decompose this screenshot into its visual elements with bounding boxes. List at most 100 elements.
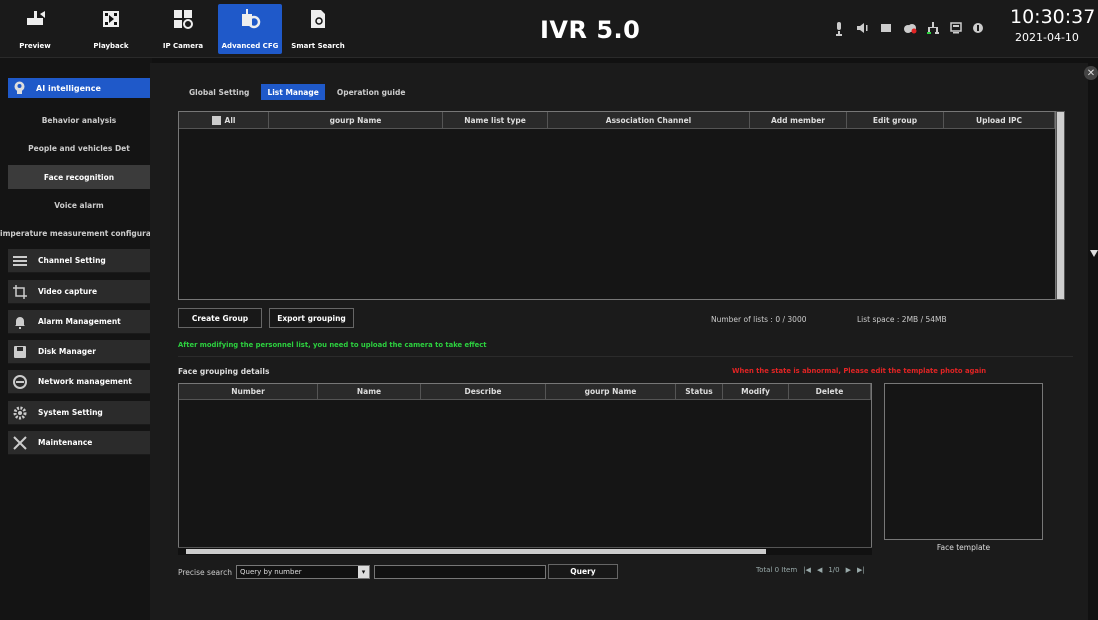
list-space: List space : 2MB / 54MB xyxy=(857,315,947,324)
network-e-icon xyxy=(13,375,27,389)
crop-icon xyxy=(13,285,27,299)
col-status: Status xyxy=(676,384,723,399)
pagination: Total 0 Item |◀ ◀ 1/0 ▶ ▶| xyxy=(756,566,865,574)
bell-icon xyxy=(15,317,25,329)
first-page-icon[interactable]: |◀ xyxy=(803,566,811,574)
group-table-header: All gourp Name Name list type Associatio… xyxy=(179,112,1055,129)
microphone-icon[interactable] xyxy=(834,22,844,36)
query-type-value: Query by number xyxy=(240,568,302,576)
col-add-member: Add member xyxy=(750,112,847,128)
nav-preview-label: Preview xyxy=(19,42,51,50)
divider xyxy=(178,356,1073,357)
sidebar-item-label: Channel Setting xyxy=(38,256,106,265)
sidebar-item-label: Alarm Management xyxy=(38,317,121,326)
sidebar: AI intelligence Behavior analysis People… xyxy=(0,58,152,620)
col-edit-group: Edit group xyxy=(847,112,944,128)
col-name-list-type: Name list type xyxy=(443,112,548,128)
sidebar-sub-voice-alarm[interactable]: Voice alarm xyxy=(8,193,150,217)
nav-smart-search-label: Smart Search xyxy=(291,42,345,50)
sidebar-item-maintenance[interactable]: Maintenance xyxy=(8,431,150,455)
nav-advanced-cfg[interactable]: Advanced CFG xyxy=(218,4,282,54)
clock-time: 10:30:37 xyxy=(1010,6,1096,28)
search-input[interactable] xyxy=(374,565,546,579)
nav-advanced-cfg-label: Advanced CFG xyxy=(221,42,279,50)
total-items: Total 0 Item xyxy=(756,566,798,574)
sidebar-item-label: Video capture xyxy=(38,287,98,296)
sidebar-ai-intelligence[interactable]: AI intelligence xyxy=(8,78,150,98)
channel-setting-icon xyxy=(13,256,27,266)
page-indicator: 1/0 xyxy=(828,566,840,574)
select-all-cell[interactable]: All xyxy=(179,112,269,128)
nav-ip-camera-label: IP Camera xyxy=(162,42,204,50)
record-icon[interactable] xyxy=(880,22,892,34)
sidebar-item-label: System Setting xyxy=(38,408,103,417)
face-table-hscrollbar[interactable] xyxy=(178,547,872,555)
group-list-table: All gourp Name Name list type Associatio… xyxy=(178,111,1056,300)
info-icon[interactable] xyxy=(972,22,984,34)
sidebar-item-system-setting[interactable]: System Setting xyxy=(8,401,150,425)
sidebar-item-channel-setting[interactable]: Channel Setting xyxy=(8,249,150,273)
ai-head-icon xyxy=(14,81,25,94)
sidebar-item-network-management[interactable]: Network management xyxy=(8,370,150,394)
mouse-cursor-icon xyxy=(1090,250,1098,257)
face-table-header: Number Name Describe gourp Name Status M… xyxy=(179,384,871,400)
select-all-checkbox[interactable] xyxy=(211,115,221,125)
col-describe: Describe xyxy=(421,384,546,399)
col-group-name: gourp Name xyxy=(269,112,443,128)
export-grouping-button[interactable]: Export grouping xyxy=(269,308,354,328)
advanced-cfg-icon xyxy=(242,9,261,29)
tab-list-manage[interactable]: List Manage xyxy=(261,84,325,100)
smart-search-icon xyxy=(311,10,325,28)
next-page-icon[interactable]: ▶ xyxy=(846,566,851,574)
nav-smart-search[interactable]: Smart Search xyxy=(290,4,346,54)
sidebar-sub-temperature[interactable]: imperature measurement configuratio xyxy=(0,221,152,245)
col-delete: Delete xyxy=(789,384,871,399)
number-of-lists: Number of lists : 0 / 3000 xyxy=(711,315,807,324)
sidebar-item-alarm-management[interactable]: Alarm Management xyxy=(8,310,150,334)
query-button[interactable]: Query xyxy=(548,564,618,579)
sidebar-item-disk-manager[interactable]: Disk Manager xyxy=(8,340,150,364)
col-group-name-2: gourp Name xyxy=(546,384,676,399)
group-table-scrollbar[interactable] xyxy=(1056,111,1065,300)
face-template-label: Face template xyxy=(884,539,1043,555)
template-warning: When the state is abnormal, Please edit … xyxy=(732,367,987,375)
speaker-icon[interactable] xyxy=(857,22,869,34)
chevron-down-icon[interactable]: ▾ xyxy=(358,566,369,578)
clock-date: 2021-04-10 xyxy=(1015,31,1079,44)
sidebar-item-video-capture[interactable]: Video capture xyxy=(8,280,150,304)
brand-title: IVR 5.0 xyxy=(540,16,641,44)
nav-ip-camera[interactable]: IP Camera xyxy=(160,4,206,54)
col-modify: Modify xyxy=(723,384,789,399)
ip-camera-icon xyxy=(174,10,193,29)
tab-bar: Global Setting List Manage Operation gui… xyxy=(183,84,411,100)
gear-icon xyxy=(13,406,27,420)
close-icon[interactable]: ✕ xyxy=(1084,66,1098,80)
create-group-button[interactable]: Create Group xyxy=(178,308,262,328)
network-icon[interactable] xyxy=(927,22,939,34)
face-template-preview xyxy=(884,383,1043,555)
col-number: Number xyxy=(179,384,318,399)
tab-global-setting[interactable]: Global Setting xyxy=(183,84,255,100)
sidebar-item-label: Network management xyxy=(38,377,132,386)
monitor-icon[interactable] xyxy=(950,22,962,34)
sidebar-sub-behavior-analysis[interactable]: Behavior analysis xyxy=(8,108,150,132)
tab-operation-guide[interactable]: Operation guide xyxy=(331,84,412,100)
sidebar-sub-face-recognition[interactable]: Face recognition xyxy=(8,165,150,189)
col-association-channel: Association Channel xyxy=(548,112,750,128)
nav-preview[interactable]: Preview xyxy=(12,4,58,54)
select-all-label: All xyxy=(224,115,236,125)
sidebar-sub-people-vehicles[interactable]: People and vehicles Det xyxy=(8,136,150,160)
prev-page-icon[interactable]: ◀ xyxy=(817,566,822,574)
top-bar: Preview Playback IP Camera Advanced CFG … xyxy=(0,0,1098,58)
query-type-select[interactable]: Query by number ▾ xyxy=(236,565,370,579)
nav-playback-label: Playback xyxy=(93,42,129,50)
hscroll-thumb[interactable] xyxy=(186,549,766,554)
col-name: Name xyxy=(318,384,421,399)
sidebar-item-label: Maintenance xyxy=(38,438,93,447)
last-page-icon[interactable]: ▶| xyxy=(857,566,865,574)
cloud-icon[interactable] xyxy=(903,22,917,34)
nav-playback[interactable]: Playback xyxy=(88,4,134,54)
col-upload-ipc: Upload IPC xyxy=(944,112,1055,128)
disk-icon xyxy=(14,346,26,358)
face-grouping-table: Number Name Describe gourp Name Status M… xyxy=(178,383,872,555)
